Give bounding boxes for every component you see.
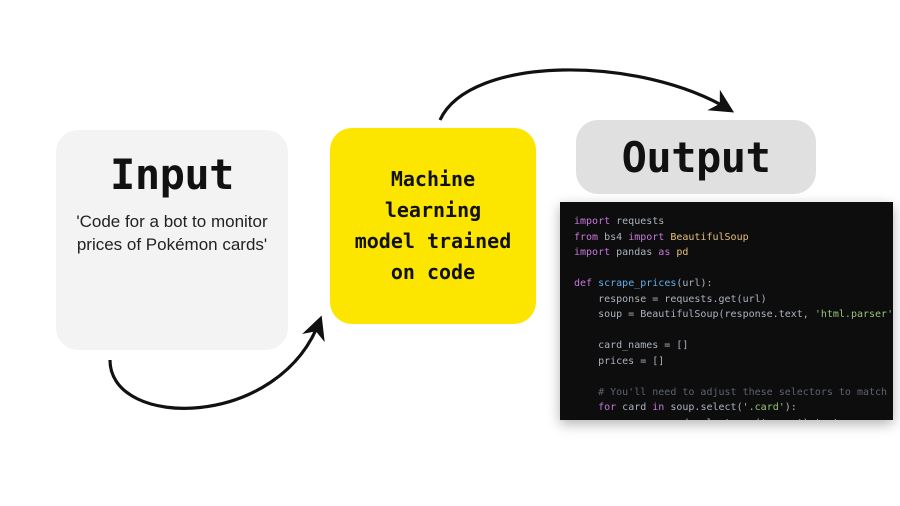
code-line: soup = BeautifulSoup(response.text, [574, 309, 815, 320]
code-line: response = requests.get(url) [574, 294, 767, 305]
code-str: 'html.parser' [815, 309, 893, 320]
code-comment: # You'll need to adjust these selectors … [574, 387, 893, 398]
code-pl: soup.select( [664, 402, 742, 413]
input-title: Input [110, 150, 234, 199]
model-box: Machine learning model trained on code [330, 128, 536, 324]
code-id: requests [610, 216, 664, 227]
output-title: Output [622, 133, 771, 182]
code-pl: ).text [803, 418, 839, 421]
code-line: name = card.select_one( [574, 418, 761, 421]
code-id: bs4 [598, 232, 628, 243]
code-kw: import [574, 247, 610, 258]
code-kw: import [628, 232, 664, 243]
code-fn: scrape_prices [598, 278, 676, 289]
code-id: BeautifulSoup [664, 232, 748, 243]
code-kw: for [574, 402, 616, 413]
code-kw: in [652, 402, 664, 413]
code-id: pd [670, 247, 688, 258]
output-code: import requests from bs4 import Beautifu… [560, 202, 893, 420]
code-kw: as [658, 247, 670, 258]
code-pl: card [616, 402, 652, 413]
code-kw: def [574, 278, 598, 289]
input-box: Input 'Code for a bot to monitor prices … [56, 130, 288, 350]
diagram-stage: Input 'Code for a bot to monitor prices … [0, 0, 900, 506]
code-line: prices = [] [574, 356, 664, 367]
code-line: card_names = [] [574, 340, 688, 351]
input-description: 'Code for a bot to monitor prices of Pok… [76, 211, 268, 257]
code-kw: import [574, 216, 610, 227]
code-str: '.card' [743, 402, 785, 413]
model-text: Machine learning model trained on code [350, 164, 516, 288]
code-pl: ): [785, 402, 797, 413]
output-box: Output [576, 120, 816, 194]
code-str: '.name' [761, 418, 803, 421]
code-pl: (url): [676, 278, 712, 289]
code-kw: from [574, 232, 598, 243]
code-id: pandas [610, 247, 658, 258]
